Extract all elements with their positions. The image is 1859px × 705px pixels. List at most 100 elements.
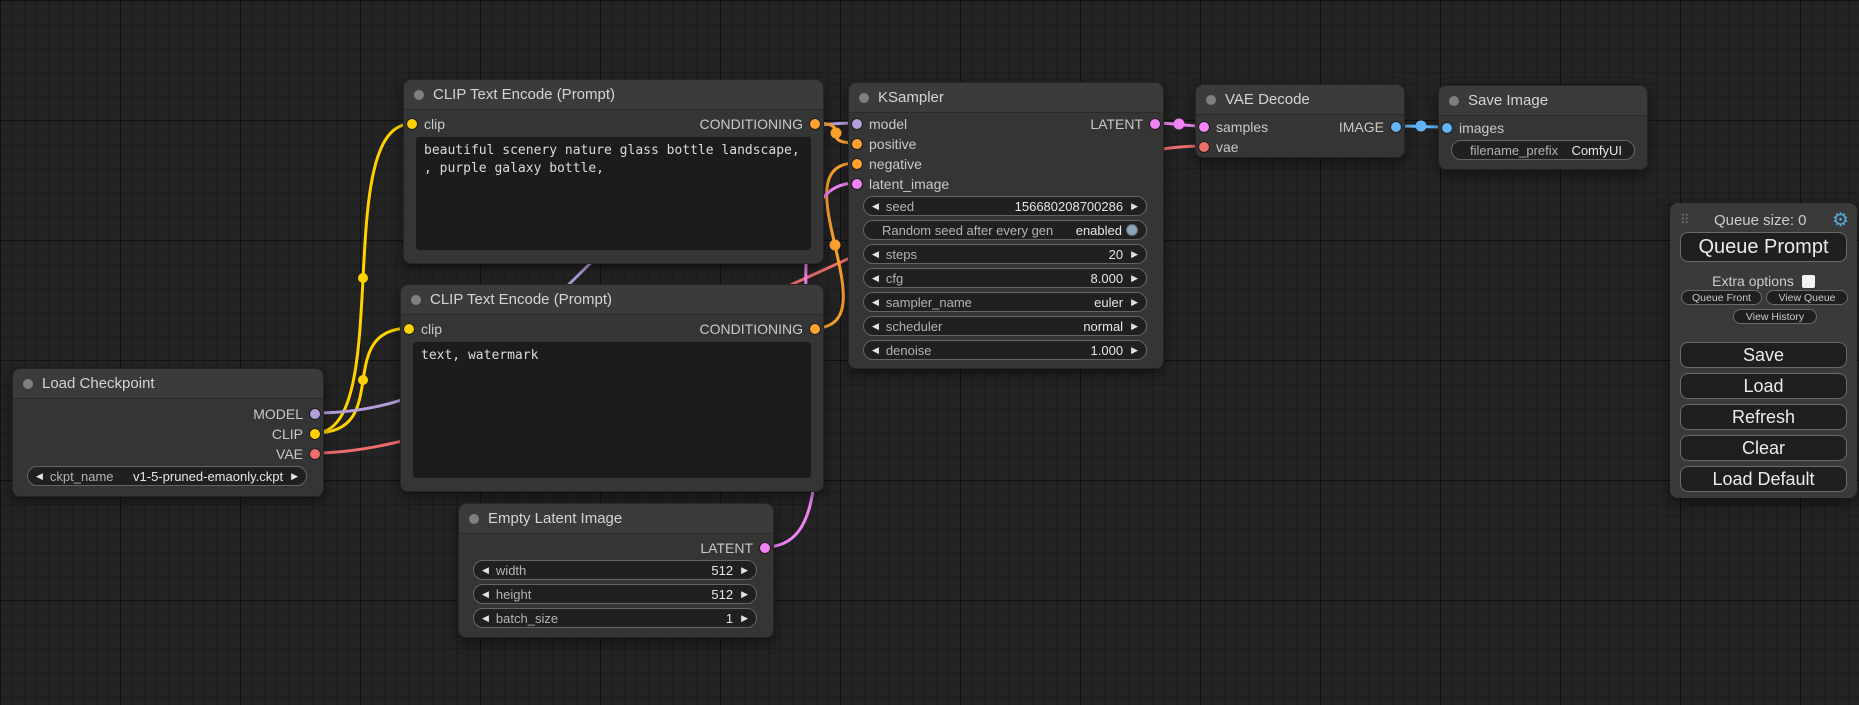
vae-input-port[interactable] <box>1199 142 1209 152</box>
settings-gear-icon[interactable]: ⚙ <box>1832 211 1849 230</box>
cfg-widget[interactable]: ◀ cfg 8.000 ▶ <box>863 268 1147 288</box>
positive-input-port[interactable] <box>852 139 862 149</box>
input-slot-negative[interactable]: negative <box>852 154 922 174</box>
increment-arrow-icon[interactable]: ▶ <box>291 472 298 481</box>
latent-output-port[interactable] <box>1150 119 1160 129</box>
width-widget[interactable]: ◀ width 512 ▶ <box>473 560 757 580</box>
node-title-bar[interactable]: CLIP Text Encode (Prompt) <box>404 80 823 110</box>
random-seed-toggle-widget[interactable]: Random seed after every gen enabled <box>863 220 1147 240</box>
input-slot-clip[interactable]: clip <box>407 114 445 134</box>
decrement-arrow-icon[interactable]: ◀ <box>872 202 879 211</box>
image-output-port[interactable] <box>1391 122 1401 132</box>
input-slot-clip[interactable]: clip <box>404 319 442 339</box>
node-title-bar[interactable]: CLIP Text Encode (Prompt) <box>401 285 823 315</box>
view-history-button[interactable]: View History <box>1733 309 1817 324</box>
comfyui-canvas[interactable]: { "colors": { "model": "#b39ddb", "clip"… <box>0 0 1859 705</box>
output-slot-latent[interactable]: LATENT <box>700 538 770 558</box>
clip-input-port[interactable] <box>407 119 417 129</box>
node-clip-text-encode-positive[interactable]: CLIP Text Encode (Prompt) clip CONDITION… <box>403 79 824 264</box>
images-input-port[interactable] <box>1442 123 1452 133</box>
filename-prefix-widget[interactable]: filename_prefix ComfyUI <box>1451 140 1635 160</box>
load-default-button[interactable]: Load Default <box>1680 466 1847 492</box>
collapse-dot-icon[interactable] <box>411 295 421 305</box>
load-button[interactable]: Load <box>1680 373 1847 399</box>
node-empty-latent-image[interactable]: Empty Latent Image LATENT ◀ width 512 ▶ … <box>458 503 774 638</box>
increment-arrow-icon[interactable]: ▶ <box>1131 298 1138 307</box>
output-slot-latent[interactable]: LATENT <box>1090 114 1160 134</box>
increment-arrow-icon[interactable]: ▶ <box>1131 274 1138 283</box>
save-button[interactable]: Save <box>1680 342 1847 368</box>
model-output-port[interactable] <box>310 409 320 419</box>
input-slot-model[interactable]: model <box>852 114 907 134</box>
negative-prompt-textarea[interactable]: text, watermark <box>413 342 811 478</box>
latent-output-port[interactable] <box>760 543 770 553</box>
decrement-arrow-icon[interactable]: ◀ <box>872 250 879 259</box>
input-slot-samples[interactable]: samples <box>1199 117 1268 137</box>
node-title-bar[interactable]: Save Image <box>1439 86 1647 116</box>
decrement-arrow-icon[interactable]: ◀ <box>872 346 879 355</box>
output-slot-vae[interactable]: VAE <box>276 444 320 464</box>
decrement-arrow-icon[interactable]: ◀ <box>482 566 489 575</box>
decrement-arrow-icon[interactable]: ◀ <box>872 298 879 307</box>
negative-input-port[interactable] <box>852 159 862 169</box>
increment-arrow-icon[interactable]: ▶ <box>741 590 748 599</box>
view-queue-button[interactable]: View Queue <box>1766 290 1848 305</box>
increment-arrow-icon[interactable]: ▶ <box>1131 322 1138 331</box>
clip-output-port[interactable] <box>310 429 320 439</box>
drag-handle-icon[interactable]: ⠿ <box>1680 212 1689 228</box>
collapse-dot-icon[interactable] <box>859 93 869 103</box>
collapse-dot-icon[interactable] <box>1449 96 1459 106</box>
conditioning-output-port[interactable] <box>810 324 820 334</box>
increment-arrow-icon[interactable]: ▶ <box>1131 202 1138 211</box>
input-slot-positive[interactable]: positive <box>852 134 916 154</box>
output-slot-image[interactable]: IMAGE <box>1339 117 1401 137</box>
queue-panel[interactable]: ⠿ Queue size: 0 ⚙ Queue Prompt Extra opt… <box>1670 203 1857 498</box>
conditioning-output-port[interactable] <box>810 119 820 129</box>
sampler-name-widget[interactable]: ◀ sampler_name euler ▶ <box>863 292 1147 312</box>
node-title-bar[interactable]: Load Checkpoint <box>13 369 323 399</box>
collapse-dot-icon[interactable] <box>469 514 479 524</box>
samples-input-port[interactable] <box>1199 122 1209 132</box>
output-slot-conditioning[interactable]: CONDITIONING <box>700 114 820 134</box>
latent-input-port[interactable] <box>852 179 862 189</box>
toggle-enabled-icon[interactable] <box>1126 224 1138 236</box>
node-ksampler[interactable]: KSampler model positive negative latent_… <box>848 82 1164 369</box>
increment-arrow-icon[interactable]: ▶ <box>1131 346 1138 355</box>
clear-button[interactable]: Clear <box>1680 435 1847 461</box>
increment-arrow-icon[interactable]: ▶ <box>741 566 748 575</box>
height-widget[interactable]: ◀ height 512 ▶ <box>473 584 757 604</box>
increment-arrow-icon[interactable]: ▶ <box>741 614 748 623</box>
model-input-port[interactable] <box>852 119 862 129</box>
decrement-arrow-icon[interactable]: ◀ <box>36 472 43 481</box>
node-title-bar[interactable]: VAE Decode <box>1196 85 1404 115</box>
batch-size-widget[interactable]: ◀ batch_size 1 ▶ <box>473 608 757 628</box>
vae-output-port[interactable] <box>310 449 320 459</box>
collapse-dot-icon[interactable] <box>414 90 424 100</box>
queue-front-button[interactable]: Queue Front <box>1681 290 1762 305</box>
clip-input-port[interactable] <box>404 324 414 334</box>
steps-widget[interactable]: ◀ steps 20 ▶ <box>863 244 1147 264</box>
node-title-bar[interactable]: Empty Latent Image <box>459 504 773 534</box>
ckpt-name-widget[interactable]: ◀ ckpt_name v1-5-pruned-emaonly.ckpt ▶ <box>27 466 307 486</box>
decrement-arrow-icon[interactable]: ◀ <box>482 590 489 599</box>
node-clip-text-encode-negative[interactable]: CLIP Text Encode (Prompt) clip CONDITION… <box>400 284 824 492</box>
output-slot-conditioning[interactable]: CONDITIONING <box>700 319 820 339</box>
refresh-button[interactable]: Refresh <box>1680 404 1847 430</box>
extra-options-checkbox[interactable] <box>1802 275 1815 288</box>
output-slot-clip[interactable]: CLIP <box>272 424 320 444</box>
seed-widget[interactable]: ◀ seed 156680208700286 ▶ <box>863 196 1147 216</box>
output-slot-model[interactable]: MODEL <box>253 404 320 424</box>
decrement-arrow-icon[interactable]: ◀ <box>872 274 879 283</box>
positive-prompt-textarea[interactable]: beautiful scenery nature glass bottle la… <box>416 137 811 250</box>
node-load-checkpoint[interactable]: Load Checkpoint MODEL CLIP VAE ◀ ckpt_na… <box>12 368 324 497</box>
collapse-dot-icon[interactable] <box>23 379 33 389</box>
input-slot-vae[interactable]: vae <box>1199 137 1239 157</box>
input-slot-latent-image[interactable]: latent_image <box>852 174 949 194</box>
node-save-image[interactable]: Save Image images filename_prefix ComfyU… <box>1438 85 1648 170</box>
collapse-dot-icon[interactable] <box>1206 95 1216 105</box>
queue-prompt-button[interactable]: Queue Prompt <box>1680 232 1847 262</box>
scheduler-widget[interactable]: ◀ scheduler normal ▶ <box>863 316 1147 336</box>
denoise-widget[interactable]: ◀ denoise 1.000 ▶ <box>863 340 1147 360</box>
node-title-bar[interactable]: KSampler <box>849 83 1163 113</box>
decrement-arrow-icon[interactable]: ◀ <box>872 322 879 331</box>
